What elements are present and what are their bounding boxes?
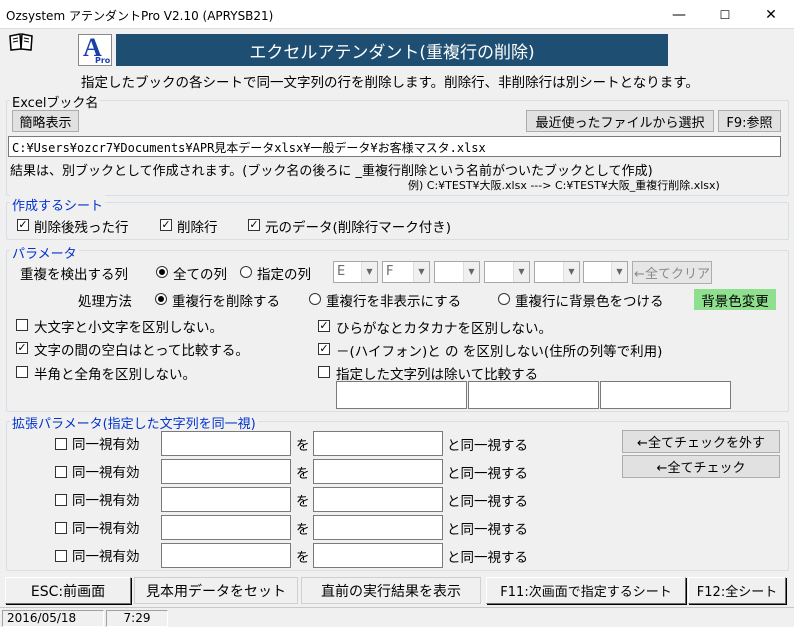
close-button[interactable]: ✕ <box>748 0 794 29</box>
ext-source-input[interactable] <box>161 431 291 456</box>
status-date: 2016/05/18 <box>2 610 104 627</box>
title-bar: Ozsystem アテンダントPro V2.10 (APRYSB21) — ☐ … <box>0 0 794 29</box>
ext-same-as-label: と同一視する <box>447 466 528 482</box>
option-space-checkbox[interactable]: ✓ <box>16 342 28 354</box>
ext-source-input[interactable] <box>161 459 291 484</box>
ext-wo-label: を <box>296 550 310 566</box>
book-path-input[interactable]: C:¥Users¥ozcr7¥Documents¥APR見本データxlsx¥一般… <box>8 136 781 157</box>
sheet-remaining-label: 削除後残った行 <box>34 220 129 236</box>
status-time: 7:29 <box>106 610 168 627</box>
check-all-button[interactable]: ←全てチェック <box>622 455 780 478</box>
banner-title: エクセルアテンダント(重複行の削除) <box>116 34 668 66</box>
sheet-original-label: 元のデータ(削除行マーク付き) <box>265 220 452 236</box>
minimize-button[interactable]: — <box>656 0 702 29</box>
method-delete-label: 重複行を削除する <box>172 294 280 310</box>
description: 指定したブックの各シートで同一文字列の行を削除します。削除行、非削除行は別シート… <box>81 75 699 91</box>
option-space-label: 文字の間の空白はとって比較する。 <box>34 343 249 359</box>
option-kana-label: ひらがなとカタカナを区別しない。 <box>336 321 552 337</box>
ext-enable-checkbox[interactable] <box>55 522 67 534</box>
sheet-deleted-checkbox[interactable]: ✓ <box>160 219 172 231</box>
column-select-4[interactable]: ▼ <box>484 261 530 283</box>
sheets-label: 作成するシート <box>10 195 106 214</box>
sheet-original-checkbox[interactable]: ✓ <box>248 219 260 231</box>
method-label: 処理方法 <box>78 294 132 310</box>
option-kana-checkbox[interactable]: ✓ <box>318 320 330 332</box>
option-width-label: 半角と全角を区別しない。 <box>34 367 196 383</box>
specified-columns-label: 指定の列 <box>257 267 311 283</box>
ext-wo-label: を <box>296 438 310 454</box>
ext-wo-label: を <box>296 522 310 538</box>
ext-enable-label: 同一視有効 <box>72 521 140 537</box>
ext-same-as-label: と同一視する <box>447 550 528 566</box>
column-select-5[interactable]: ▼ <box>534 261 580 283</box>
ext-enable-checkbox[interactable] <box>55 550 67 562</box>
extended-label: 拡張パラメータ(指定した文字列を同一視) <box>10 413 258 432</box>
exclude-input-3[interactable] <box>600 381 731 409</box>
ext-enable-label: 同一視有効 <box>72 437 140 453</box>
f12-all-sheets-button[interactable]: F12:全シート <box>688 577 786 604</box>
f11-sheet-button[interactable]: F11:次画面で指定するシート <box>486 577 686 604</box>
ext-target-input[interactable] <box>313 459 443 484</box>
ext-source-input[interactable] <box>161 487 291 512</box>
ext-target-input[interactable] <box>313 487 443 512</box>
status-bar: 2016/05/18 7:29 <box>0 607 794 627</box>
method-delete-radio[interactable] <box>155 293 167 305</box>
exclude-input-1[interactable] <box>336 381 467 409</box>
ext-enable-label: 同一視有効 <box>72 465 140 481</box>
all-columns-label: 全ての列 <box>173 267 227 283</box>
browse-button[interactable]: F9:参照 <box>718 110 781 132</box>
method-hide-label: 重複行を非表示にする <box>326 294 462 310</box>
ext-target-input[interactable] <box>313 515 443 540</box>
ext-source-input[interactable] <box>161 515 291 540</box>
ext-enable-label: 同一視有効 <box>72 549 140 565</box>
sheet-remaining-checkbox[interactable]: ✓ <box>17 219 29 231</box>
esc-back-button[interactable]: ESC:前画面 <box>5 577 131 604</box>
exclude-input-2[interactable] <box>468 381 599 409</box>
specified-columns-radio[interactable] <box>240 266 252 278</box>
option-case-checkbox[interactable] <box>16 319 28 331</box>
ext-source-input[interactable] <box>161 543 291 568</box>
ext-enable-checkbox[interactable] <box>55 438 67 450</box>
option-width-checkbox[interactable] <box>16 366 28 378</box>
book-icon[interactable] <box>8 33 34 51</box>
ext-wo-label: を <box>296 466 310 482</box>
ext-target-input[interactable] <box>313 431 443 456</box>
uncheck-all-button[interactable]: ←全てチェックを外す <box>622 430 780 453</box>
recent-files-button[interactable]: 最近使ったファイルから選択 <box>526 110 714 132</box>
detect-columns-label: 重複を検出する列 <box>20 267 128 283</box>
method-color-label: 重複行に背景色をつける <box>515 294 664 310</box>
all-columns-radio[interactable] <box>156 266 168 278</box>
bg-color-change-button[interactable]: 背景色変更 <box>694 289 776 310</box>
clear-all-button[interactable]: ←全てクリア <box>632 261 712 284</box>
column-select-3[interactable]: ▼ <box>434 261 480 283</box>
sample-data-button[interactable]: 見本用データをセット <box>134 577 298 604</box>
column-select-1[interactable]: E ▼ <box>333 261 378 283</box>
params-label: パラメータ <box>10 243 79 262</box>
method-hide-radio[interactable] <box>309 293 321 305</box>
column-select-6[interactable]: ▼ <box>583 261 628 283</box>
maximize-button[interactable]: ☐ <box>702 0 748 29</box>
ext-same-as-label: と同一視する <box>447 494 528 510</box>
ext-same-as-label: と同一視する <box>447 438 528 454</box>
column-select-2[interactable]: F ▼ <box>382 261 430 283</box>
result-example: 例) C:¥TEST¥大阪.xlsx ---> C:¥TEST¥大阪_重複行削除… <box>408 179 720 192</box>
method-color-radio[interactable] <box>498 293 510 305</box>
window-title: Ozsystem アテンダントPro V2.10 (APRYSB21) <box>6 9 274 23</box>
ext-enable-label: 同一視有効 <box>72 493 140 509</box>
ext-enable-checkbox[interactable] <box>55 494 67 506</box>
sheet-deleted-label: 削除行 <box>177 220 218 236</box>
app-logo: A Pro <box>78 33 112 66</box>
ext-enable-checkbox[interactable] <box>55 466 67 478</box>
ext-target-input[interactable] <box>313 543 443 568</box>
option-exclude-checkbox[interactable] <box>318 366 330 378</box>
option-hyphen-label: －(ハイフォン)と の を区別しない(住所の列等で利用) <box>336 344 663 360</box>
excel-book-label: Excelブック名 <box>10 92 101 111</box>
last-result-button[interactable]: 直前の実行結果を表示 <box>301 577 481 604</box>
option-hyphen-checkbox[interactable]: ✓ <box>318 343 330 355</box>
ext-wo-label: を <box>296 494 310 510</box>
option-exclude-label: 指定した文字列は除いて比較する <box>336 367 539 383</box>
simple-display-button[interactable]: 簡略表示 <box>12 110 79 132</box>
ext-same-as-label: と同一視する <box>447 522 528 538</box>
option-case-label: 大文字と小文字を区別しない。 <box>34 320 223 336</box>
